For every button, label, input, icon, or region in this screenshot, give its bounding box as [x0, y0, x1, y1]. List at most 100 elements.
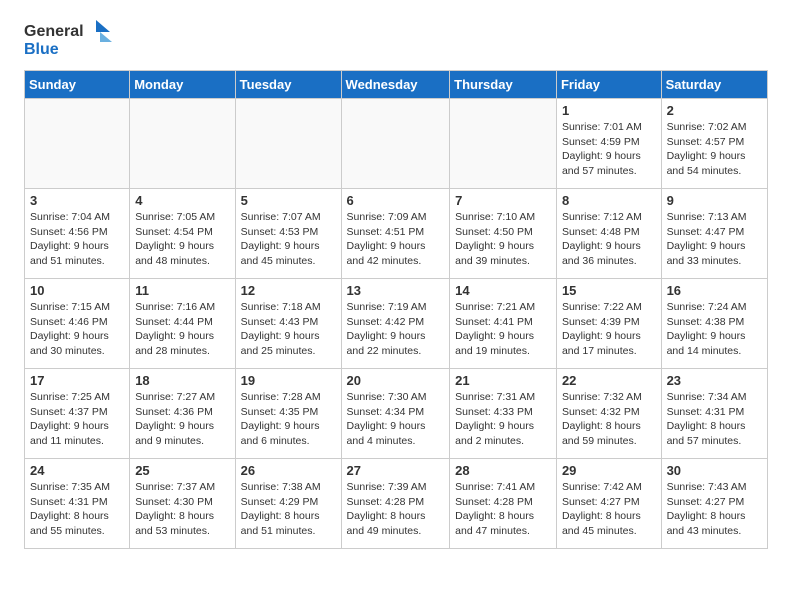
calendar-cell: 28 Sunrise: 7:41 AM Sunset: 4:28 PM Dayli… [450, 459, 557, 549]
day-number: 7 [455, 193, 551, 208]
day-number: 15 [562, 283, 656, 298]
day-detail: Sunrise: 7:32 AM Sunset: 4:32 PM Dayligh… [562, 390, 656, 449]
day-number: 26 [241, 463, 336, 478]
col-header-saturday: Saturday [661, 71, 767, 99]
day-number: 8 [562, 193, 656, 208]
day-number: 12 [241, 283, 336, 298]
day-number: 10 [30, 283, 124, 298]
day-detail: Sunrise: 7:13 AM Sunset: 4:47 PM Dayligh… [667, 210, 762, 269]
day-detail: Sunrise: 7:05 AM Sunset: 4:54 PM Dayligh… [135, 210, 229, 269]
logo: General Blue [24, 18, 114, 62]
day-detail: Sunrise: 7:01 AM Sunset: 4:59 PM Dayligh… [562, 120, 656, 179]
day-detail: Sunrise: 7:28 AM Sunset: 4:35 PM Dayligh… [241, 390, 336, 449]
calendar-cell: 30 Sunrise: 7:43 AM Sunset: 4:27 PM Dayli… [661, 459, 767, 549]
week-row-3: 17Sunrise: 7:25 AM Sunset: 4:37 PM Dayli… [25, 369, 768, 459]
day-number: 4 [135, 193, 229, 208]
day-detail: Sunrise: 7:16 AM Sunset: 4:44 PM Dayligh… [135, 300, 229, 359]
calendar-cell: 20 Sunrise: 7:30 AM Sunset: 4:34 PM Dayli… [341, 369, 450, 459]
calendar-cell: 7 Sunrise: 7:10 AM Sunset: 4:50 PM Daylig… [450, 189, 557, 279]
day-number: 9 [667, 193, 762, 208]
calendar-cell: 25 Sunrise: 7:37 AM Sunset: 4:30 PM Dayli… [130, 459, 235, 549]
day-number: 30 [667, 463, 762, 478]
day-number: 17 [30, 373, 124, 388]
day-number: 23 [667, 373, 762, 388]
col-header-tuesday: Tuesday [235, 71, 341, 99]
calendar-cell: 12Sunrise: 7:18 AM Sunset: 4:43 PM Dayli… [235, 279, 341, 369]
week-row-1: 3 Sunrise: 7:04 AM Sunset: 4:56 PM Daylig… [25, 189, 768, 279]
calendar-cell [450, 99, 557, 189]
day-detail: Sunrise: 7:22 AM Sunset: 4:39 PM Dayligh… [562, 300, 656, 359]
day-number: 2 [667, 103, 762, 118]
calendar-cell: 23 Sunrise: 7:34 AM Sunset: 4:31 PM Dayli… [661, 369, 767, 459]
day-number: 22 [562, 373, 656, 388]
day-detail: Sunrise: 7:10 AM Sunset: 4:50 PM Dayligh… [455, 210, 551, 269]
calendar-cell: 18Sunrise: 7:27 AM Sunset: 4:36 PM Dayli… [130, 369, 235, 459]
day-number: 19 [241, 373, 336, 388]
day-detail: Sunrise: 7:07 AM Sunset: 4:53 PM Dayligh… [241, 210, 336, 269]
svg-text:Blue: Blue [24, 41, 59, 58]
day-number: 14 [455, 283, 551, 298]
calendar-cell: 27 Sunrise: 7:39 AM Sunset: 4:28 PM Dayli… [341, 459, 450, 549]
day-detail: Sunrise: 7:24 AM Sunset: 4:38 PM Dayligh… [667, 300, 762, 359]
svg-text:General: General [24, 23, 84, 40]
col-header-friday: Friday [556, 71, 661, 99]
col-header-monday: Monday [130, 71, 235, 99]
calendar-cell: 16 Sunrise: 7:24 AM Sunset: 4:38 PM Dayli… [661, 279, 767, 369]
day-number: 11 [135, 283, 229, 298]
calendar-cell: 4 Sunrise: 7:05 AM Sunset: 4:54 PM Daylig… [130, 189, 235, 279]
day-number: 21 [455, 373, 551, 388]
col-header-wednesday: Wednesday [341, 71, 450, 99]
day-number: 29 [562, 463, 656, 478]
calendar-cell: 8 Sunrise: 7:12 AM Sunset: 4:48 PM Daylig… [556, 189, 661, 279]
calendar-cell: 21Sunrise: 7:31 AM Sunset: 4:33 PM Dayli… [450, 369, 557, 459]
day-number: 5 [241, 193, 336, 208]
calendar-cell: 14Sunrise: 7:21 AM Sunset: 4:41 PM Dayli… [450, 279, 557, 369]
week-row-0: 1Sunrise: 7:01 AM Sunset: 4:59 PM Daylig… [25, 99, 768, 189]
day-detail: Sunrise: 7:04 AM Sunset: 4:56 PM Dayligh… [30, 210, 124, 269]
week-row-2: 10 Sunrise: 7:15 AM Sunset: 4:46 PM Dayli… [25, 279, 768, 369]
calendar-cell: 13 Sunrise: 7:19 AM Sunset: 4:42 PM Dayli… [341, 279, 450, 369]
day-detail: Sunrise: 7:39 AM Sunset: 4:28 PM Dayligh… [347, 480, 445, 539]
day-number: 3 [30, 193, 124, 208]
calendar-cell [235, 99, 341, 189]
calendar-cell: 22 Sunrise: 7:32 AM Sunset: 4:32 PM Dayli… [556, 369, 661, 459]
day-number: 28 [455, 463, 551, 478]
day-number: 20 [347, 373, 445, 388]
calendar-cell: 26Sunrise: 7:38 AM Sunset: 4:29 PM Dayli… [235, 459, 341, 549]
day-detail: Sunrise: 7:19 AM Sunset: 4:42 PM Dayligh… [347, 300, 445, 359]
calendar-cell: 29 Sunrise: 7:42 AM Sunset: 4:27 PM Dayli… [556, 459, 661, 549]
day-detail: Sunrise: 7:42 AM Sunset: 4:27 PM Dayligh… [562, 480, 656, 539]
day-detail: Sunrise: 7:30 AM Sunset: 4:34 PM Dayligh… [347, 390, 445, 449]
calendar-cell: 6 Sunrise: 7:09 AM Sunset: 4:51 PM Daylig… [341, 189, 450, 279]
day-number: 27 [347, 463, 445, 478]
day-detail: Sunrise: 7:43 AM Sunset: 4:27 PM Dayligh… [667, 480, 762, 539]
day-detail: Sunrise: 7:41 AM Sunset: 4:28 PM Dayligh… [455, 480, 551, 539]
day-number: 25 [135, 463, 229, 478]
calendar-wrap: SundayMondayTuesdayWednesdayThursdayFrid… [0, 70, 792, 561]
day-detail: Sunrise: 7:12 AM Sunset: 4:48 PM Dayligh… [562, 210, 656, 269]
day-detail: Sunrise: 7:02 AM Sunset: 4:57 PM Dayligh… [667, 120, 762, 179]
calendar-cell: 17Sunrise: 7:25 AM Sunset: 4:37 PM Dayli… [25, 369, 130, 459]
calendar-cell: 3 Sunrise: 7:04 AM Sunset: 4:56 PM Daylig… [25, 189, 130, 279]
day-detail: Sunrise: 7:27 AM Sunset: 4:36 PM Dayligh… [135, 390, 229, 449]
calendar-cell [341, 99, 450, 189]
day-detail: Sunrise: 7:37 AM Sunset: 4:30 PM Dayligh… [135, 480, 229, 539]
logo-svg: General Blue [24, 18, 114, 62]
header: General Blue [0, 0, 792, 70]
day-number: 13 [347, 283, 445, 298]
col-header-sunday: Sunday [25, 71, 130, 99]
day-detail: Sunrise: 7:09 AM Sunset: 4:51 PM Dayligh… [347, 210, 445, 269]
calendar-cell: 19 Sunrise: 7:28 AM Sunset: 4:35 PM Dayli… [235, 369, 341, 459]
day-detail: Sunrise: 7:15 AM Sunset: 4:46 PM Dayligh… [30, 300, 124, 359]
calendar-cell [130, 99, 235, 189]
calendar-cell: 10 Sunrise: 7:15 AM Sunset: 4:46 PM Dayli… [25, 279, 130, 369]
page-container: General Blue SundayMondayTuesdayWednesda… [0, 0, 792, 561]
calendar-cell [25, 99, 130, 189]
day-number: 16 [667, 283, 762, 298]
day-number: 6 [347, 193, 445, 208]
col-header-thursday: Thursday [450, 71, 557, 99]
week-row-4: 24Sunrise: 7:35 AM Sunset: 4:31 PM Dayli… [25, 459, 768, 549]
day-detail: Sunrise: 7:34 AM Sunset: 4:31 PM Dayligh… [667, 390, 762, 449]
calendar-cell: 15 Sunrise: 7:22 AM Sunset: 4:39 PM Dayli… [556, 279, 661, 369]
calendar-cell: 11 Sunrise: 7:16 AM Sunset: 4:44 PM Dayli… [130, 279, 235, 369]
